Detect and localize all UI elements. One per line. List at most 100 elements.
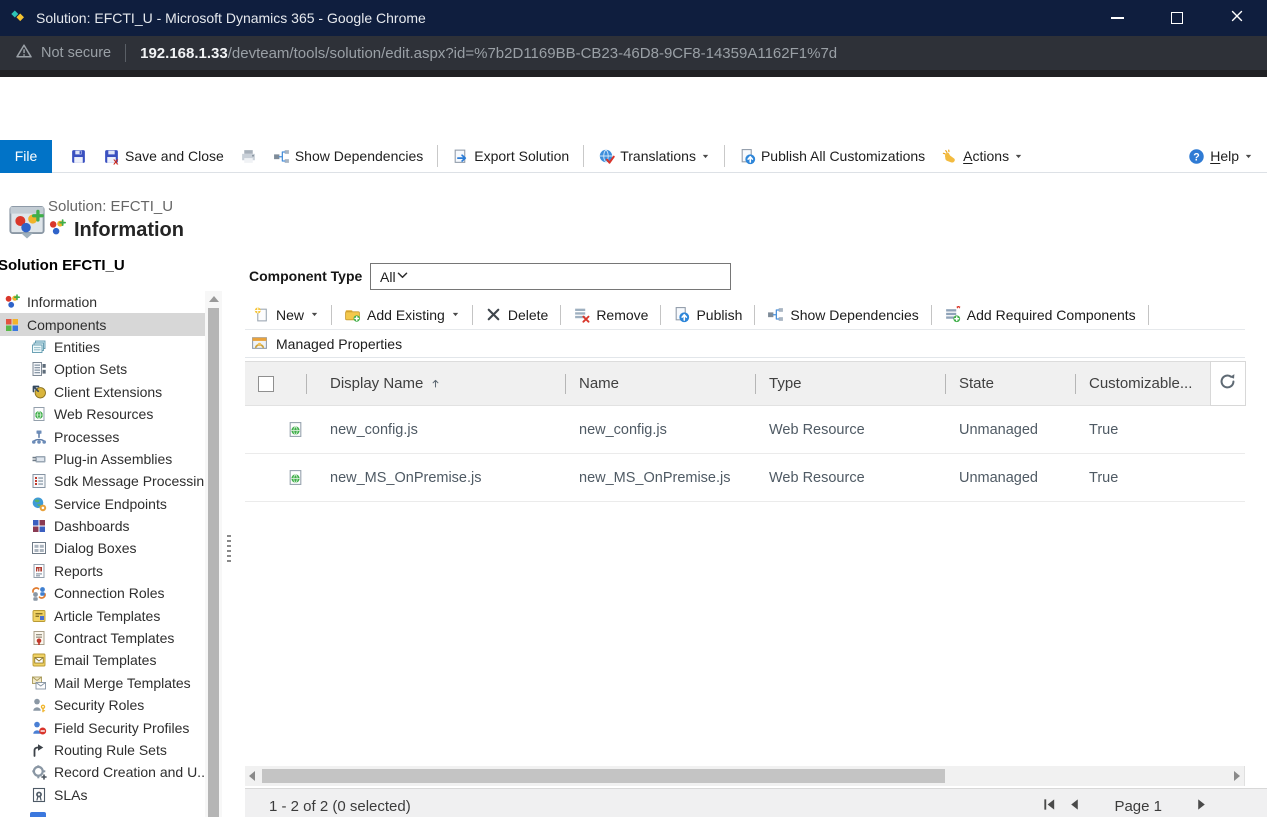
column-divider: [306, 374, 307, 394]
delete-button[interactable]: Delete: [485, 306, 548, 323]
ribbon-print-button[interactable]: [240, 148, 257, 165]
sidebar-item-email-templates[interactable]: Email Templates: [0, 649, 207, 671]
column-header-display-name[interactable]: Display Name: [306, 362, 565, 406]
processes-icon: [31, 429, 47, 445]
article-templates-icon: [31, 608, 47, 624]
sidebar-item-web-resources[interactable]: Web Resources: [0, 403, 207, 425]
column-header-type[interactable]: Type: [755, 362, 945, 406]
scroll-up-icon[interactable]: [209, 296, 219, 302]
ribbon-translations-button[interactable]: Translations: [598, 148, 710, 165]
ribbon-show-dependencies-button[interactable]: Show Dependencies: [273, 148, 423, 165]
sidebar-item-service-endpoints[interactable]: Service Endpoints: [0, 493, 207, 515]
sidebar-item-connection-roles[interactable]: Connection Roles: [0, 582, 207, 604]
ribbon-export-solution-button[interactable]: Export Solution: [452, 148, 569, 165]
sidebar-item-sdk-message-processin[interactable]: Sdk Message Processin...: [0, 470, 207, 492]
close-icon: [1229, 8, 1245, 29]
first-page-button[interactable]: [1042, 797, 1057, 816]
toolbar-separator: [331, 305, 332, 325]
ribbon-button-label: Export Solution: [474, 148, 569, 164]
sidebar-item-dashboards[interactable]: Dashboards: [0, 515, 207, 537]
close-button[interactable]: [1207, 0, 1267, 36]
sidebar-item-option-sets[interactable]: Option Sets: [0, 358, 207, 380]
sidebar-item-label: Sdk Message Processin...: [54, 473, 207, 489]
sidebar-item-slas[interactable]: SLAs: [0, 784, 207, 806]
previous-page-button[interactable]: [1067, 797, 1082, 816]
ribbon-button-label: Publish All Customizations: [761, 148, 925, 164]
sidebar-item-security-roles[interactable]: Security Roles: [0, 694, 207, 716]
sidebar-item-reports[interactable]: Reports: [0, 560, 207, 582]
grid-row[interactable]: new_config.jsnew_config.jsWeb ResourceUn…: [245, 406, 1245, 454]
column-divider: [755, 374, 756, 394]
publish-button[interactable]: Publish: [673, 306, 742, 323]
sidebar-item-components[interactable]: Components: [0, 313, 207, 335]
sidebar-item-field-security-profiles[interactable]: Field Security Profiles: [0, 716, 207, 738]
toolbar-button-label: Delete: [508, 307, 548, 323]
ribbon-help-button[interactable]: ?Help: [1188, 148, 1253, 165]
pager-prev-icon: [1067, 797, 1082, 812]
sidebar-item-information[interactable]: Information: [0, 291, 207, 313]
sidebar-item-plug-in-assemblies[interactable]: Plug-in Assemblies: [0, 448, 207, 470]
ribbon-save-button[interactable]: [70, 148, 87, 165]
managed-properties-button[interactable]: Managed Properties: [245, 331, 1245, 358]
grid-row[interactable]: new_MS_OnPremise.jsnew_MS_OnPremise.jsWe…: [245, 454, 1245, 502]
refresh-button[interactable]: [1210, 362, 1245, 406]
select-all-checkbox[interactable]: [258, 376, 274, 392]
row-trailing-cell: [1210, 406, 1245, 454]
save-icon: [70, 148, 87, 165]
minimize-button[interactable]: [1087, 0, 1147, 36]
horizontal-scrollbar: [245, 766, 1245, 786]
window-title: Solution: EFCTI_U - Microsoft Dynamics 3…: [36, 10, 426, 26]
address-bar[interactable]: Not secure 192.168.1.33/devteam/tools/so…: [0, 36, 1267, 70]
sidebar-item-label: Information: [27, 294, 97, 310]
sidebar-item-article-templates[interactable]: Article Templates: [0, 604, 207, 626]
show-dependencies-button[interactable]: Show Dependencies: [767, 306, 918, 323]
file-tab[interactable]: File: [0, 140, 52, 173]
ribbon-save-and-close-button[interactable]: xSave and Close: [103, 148, 224, 165]
security-label[interactable]: Not secure: [41, 45, 111, 61]
sidebar-scroll-thumb[interactable]: [208, 308, 219, 817]
dependencies-icon: [767, 306, 784, 323]
sidebar-item-label: Option Sets: [54, 361, 127, 377]
sidebar-item-mail-merge-templates[interactable]: Mail Merge Templates: [0, 672, 207, 694]
component-type-select[interactable]: All: [370, 263, 731, 290]
sidebar-item-label: Mail Merge Templates: [54, 675, 191, 691]
sidebar-item-processes[interactable]: Processes: [0, 425, 207, 447]
web-resource-file-icon: [287, 421, 304, 438]
help-icon: ?: [1188, 148, 1205, 165]
ribbon-actions-button[interactable]: Actions: [941, 148, 1023, 165]
export-icon: [452, 148, 469, 165]
scroll-right-icon[interactable]: [1234, 771, 1240, 781]
solution-icon: [8, 201, 46, 239]
add-required-icon: *: [944, 306, 961, 323]
ribbon-publish-all-customizations-button[interactable]: Publish All Customizations: [739, 148, 925, 165]
urlbar-divider: [125, 44, 126, 62]
web-resources-icon: [31, 406, 47, 422]
column-header-state[interactable]: State: [945, 362, 1075, 406]
sidebar-scrollbar[interactable]: [205, 291, 222, 817]
scroll-left-icon[interactable]: [249, 771, 255, 781]
maximize-button[interactable]: [1147, 0, 1207, 36]
sdk-message-icon: [31, 473, 47, 489]
horizontal-scroll-thumb[interactable]: [262, 769, 945, 783]
sidebar-item-dialog-boxes[interactable]: Dialog Boxes: [0, 537, 207, 559]
sidebar-item-label: Routing Rule Sets: [54, 742, 167, 758]
next-page-button[interactable]: [1194, 797, 1209, 816]
pane-splitter-handle[interactable]: [227, 535, 231, 563]
remove-button[interactable]: Remove: [573, 306, 648, 323]
sidebar-item-contract-templates[interactable]: Contract Templates: [0, 627, 207, 649]
cell-display_name: new_MS_OnPremise.js: [306, 454, 565, 502]
chevron-down-icon: [396, 269, 409, 282]
column-header-name[interactable]: Name: [565, 362, 755, 406]
sidebar-item-client-extensions[interactable]: Client Extensions: [0, 381, 207, 403]
url-text[interactable]: 192.168.1.33/devteam/tools/solution/edit…: [140, 45, 837, 62]
column-header-customizable[interactable]: Customizable...: [1075, 362, 1210, 406]
add-existing-button[interactable]: Add Existing: [344, 306, 460, 323]
new-button[interactable]: New: [253, 306, 319, 323]
sidebar-item-routing-rule-sets[interactable]: Routing Rule Sets: [0, 739, 207, 761]
sidebar-item-label: Security Roles: [54, 697, 144, 713]
sidebar-item-record-creation-and-u[interactable]: Record Creation and U...: [0, 761, 207, 783]
slas-icon: [31, 787, 47, 803]
dashboards-icon: [31, 518, 47, 534]
sidebar-item-entities[interactable]: Entities: [0, 336, 207, 358]
add-required-components-button[interactable]: *Add Required Components: [944, 306, 1136, 323]
